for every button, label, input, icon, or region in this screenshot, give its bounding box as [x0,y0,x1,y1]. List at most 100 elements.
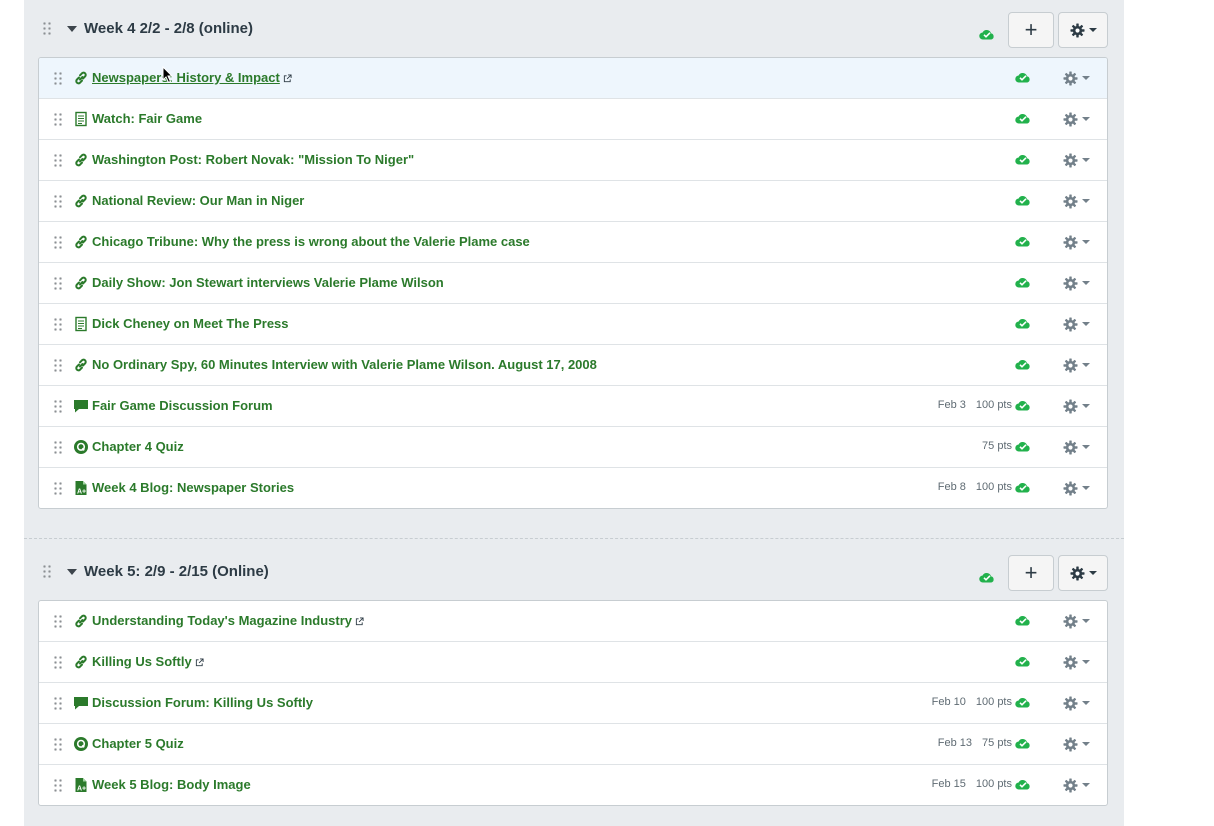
add-item-button[interactable]: + [1008,12,1054,48]
drag-handle-icon[interactable] [53,614,63,630]
item-settings-menu[interactable] [1063,776,1095,794]
drag-handle-icon[interactable] [53,696,63,712]
published-cloud-icon[interactable] [1015,152,1031,170]
published-cloud-icon[interactable] [1015,275,1031,293]
drag-handle-icon[interactable] [53,194,63,210]
published-cloud-icon[interactable] [1015,357,1031,375]
chevron-down-icon [1082,701,1090,705]
drag-handle-icon[interactable] [53,481,63,497]
module-drag-handle-icon[interactable] [42,21,52,37]
published-cloud-icon[interactable] [1015,654,1031,672]
module-settings-button[interactable] [1058,555,1108,591]
published-cloud-icon[interactable] [1015,70,1031,88]
module-item-row: Chicago Tribune: Why the press is wrong … [39,222,1107,263]
points-possible: 75 pts [982,737,1012,749]
drag-handle-icon[interactable] [53,655,63,671]
drag-handle-icon[interactable] [53,112,63,128]
due-date: Feb 8 [937,481,966,493]
module-item-row: A+ Week 5 Blog: Body Image Feb 15 100 pts [39,765,1107,805]
module-item-title[interactable]: Discussion Forum: Killing Us Softly [92,695,313,710]
item-settings-menu[interactable] [1063,653,1095,671]
link-icon [73,275,89,291]
item-settings-menu[interactable] [1063,438,1095,456]
drag-handle-icon[interactable] [53,778,63,794]
item-settings-menu[interactable] [1063,233,1095,251]
item-settings-menu[interactable] [1063,397,1095,415]
page-icon [73,316,89,332]
module-title[interactable]: Week 5: 2/9 - 2/15 (Online) [84,563,269,580]
drag-handle-icon[interactable] [53,440,63,456]
drag-handle-icon[interactable] [53,737,63,753]
module-item-title[interactable]: Fair Game Discussion Forum [92,398,273,413]
published-cloud-icon[interactable] [1015,480,1031,498]
drag-handle-icon[interactable] [53,153,63,169]
link-icon [73,613,89,629]
module-week-5: Week 5: 2/9 - 2/15 (Online) + Understandin… [24,543,1124,806]
chevron-down-icon [1082,199,1090,203]
module-item-title[interactable]: Understanding Today's Magazine Industry [92,613,364,629]
item-settings-menu[interactable] [1063,110,1095,128]
published-cloud-icon[interactable] [1015,613,1031,631]
module-item-row: Understanding Today's Magazine Industry [39,601,1107,642]
chevron-down-icon [1082,117,1090,121]
module-item-title[interactable]: Chicago Tribune: Why the press is wrong … [92,234,530,249]
published-cloud-icon[interactable] [1015,695,1031,713]
collapse-caret-icon[interactable] [67,26,77,32]
item-settings-menu[interactable] [1063,479,1095,497]
module-item-title[interactable]: Newspapers: History & Impact [92,70,292,86]
item-settings-menu[interactable] [1063,356,1095,374]
drag-handle-icon[interactable] [53,399,63,415]
item-settings-menu[interactable] [1063,69,1095,87]
module-item-title[interactable]: Killing Us Softly [92,654,204,670]
module-item-title[interactable]: Chapter 5 Quiz [92,736,184,751]
module-drag-handle-icon[interactable] [42,564,52,580]
item-settings-menu[interactable] [1063,151,1095,169]
module-item-title[interactable]: Washington Post: Robert Novak: "Mission … [92,152,414,167]
module-item-title[interactable]: National Review: Our Man in Niger [92,193,304,208]
module-item-title[interactable]: Watch: Fair Game [92,111,202,126]
module-item-title[interactable]: Week 5 Blog: Body Image [92,777,251,792]
published-cloud-icon[interactable] [979,570,995,588]
published-cloud-icon[interactable] [979,27,995,45]
published-cloud-icon[interactable] [1015,736,1031,754]
module-item-title[interactable]: Week 4 Blog: Newspaper Stories [92,480,294,495]
points-possible: 100 pts [975,778,1012,790]
published-cloud-icon[interactable] [1015,234,1031,252]
module-header: Week 5: 2/9 - 2/15 (Online) + [24,543,1124,600]
quiz-icon [73,736,89,752]
module-item-row: National Review: Our Man in Niger [39,181,1107,222]
published-cloud-icon[interactable] [1015,439,1031,457]
item-settings-menu[interactable] [1063,274,1095,292]
item-settings-menu[interactable] [1063,192,1095,210]
item-title-text: National Review: Our Man in Niger [92,193,305,208]
item-settings-menu[interactable] [1063,315,1095,333]
drag-handle-icon[interactable] [53,317,63,333]
item-settings-menu[interactable] [1063,694,1095,712]
drag-handle-icon[interactable] [53,235,63,251]
drag-handle-icon[interactable] [53,358,63,374]
published-cloud-icon[interactable] [1015,316,1031,334]
item-settings-menu[interactable] [1063,735,1095,753]
module-item-title[interactable]: Dick Cheney on Meet The Press [92,316,289,331]
add-item-button[interactable]: + [1008,555,1054,591]
item-settings-menu[interactable] [1063,612,1095,630]
module-item-title[interactable]: No Ordinary Spy, 60 Minutes Interview wi… [92,357,597,372]
collapse-caret-icon[interactable] [67,569,77,575]
published-cloud-icon[interactable] [1015,193,1031,211]
item-title-text: Discussion Forum: Killing Us Softly [92,695,314,710]
link-icon [73,70,89,86]
module-settings-button[interactable] [1058,12,1108,48]
drag-handle-icon[interactable] [53,276,63,292]
module-title[interactable]: Week 4 2/2 - 2/8 (online) [84,20,253,37]
link-icon [73,654,89,670]
chevron-down-icon [1082,660,1090,664]
published-cloud-icon[interactable] [1015,777,1031,795]
published-cloud-icon[interactable] [1015,111,1031,129]
published-cloud-icon[interactable] [1015,398,1031,416]
drag-handle-icon[interactable] [53,71,63,87]
link-icon [73,234,89,250]
module-item-title[interactable]: Daily Show: Jon Stewart interviews Valer… [92,275,444,290]
module-item-title[interactable]: Chapter 4 Quiz [92,439,184,454]
item-details: 75 pts [982,440,1012,452]
item-title-text: Week 4 Blog: Newspaper Stories [92,480,295,495]
